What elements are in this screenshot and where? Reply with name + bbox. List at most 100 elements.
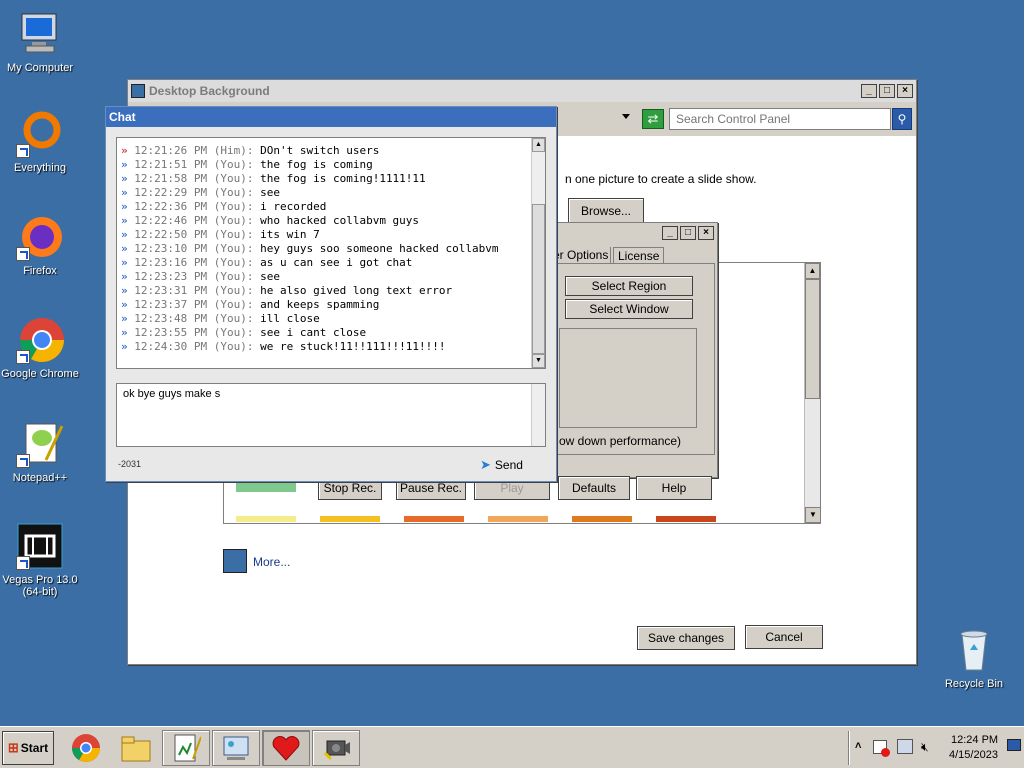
- chat-message: » 12:23:23 PM (You): see: [121, 270, 541, 284]
- message-arrow-icon: »: [121, 228, 135, 241]
- dropdown-chevron-icon[interactable]: [622, 114, 630, 119]
- save-changes-button[interactable]: Save changes: [637, 626, 735, 650]
- message-arrow-icon: »: [121, 214, 135, 227]
- scroll-down-button[interactable]: ▼: [805, 507, 821, 523]
- network-icon[interactable]: [897, 739, 913, 754]
- desktop-icon-my-computer[interactable]: My Computer: [0, 10, 80, 74]
- message-sender: (You):: [213, 158, 254, 171]
- color-swatch[interactable]: [236, 516, 296, 522]
- refresh-button[interactable]: ⇄: [642, 109, 664, 129]
- search-input[interactable]: [669, 108, 891, 130]
- desktop-icon-notepadpp[interactable]: Notepad++: [0, 420, 80, 484]
- cancel-button[interactable]: Cancel: [745, 625, 823, 649]
- message-timestamp: 12:22:46 PM: [134, 214, 208, 227]
- tab-options[interactable]: er Options: [551, 247, 612, 263]
- message-timestamp: 12:23:37 PM: [134, 298, 208, 311]
- action-center-icon[interactable]: [873, 740, 890, 757]
- chat-message-input[interactable]: ok bye guys make s: [117, 384, 545, 404]
- message-arrow-icon: »: [121, 158, 135, 171]
- taskbar-recorder[interactable]: [312, 730, 360, 766]
- message-text: the fog is coming: [260, 158, 373, 171]
- chat-message: » 12:21:51 PM (You): the fog is coming: [121, 158, 541, 172]
- shortcut-arrow-icon: [16, 350, 30, 364]
- help-button[interactable]: Help: [636, 476, 712, 500]
- message-timestamp: 12:22:36 PM: [134, 200, 208, 213]
- chat-titlebar[interactable]: Chat: [106, 107, 556, 127]
- show-desktop-icon[interactable]: [1007, 739, 1021, 751]
- clock-time[interactable]: 12:24 PM: [951, 734, 998, 746]
- taskbar-explorer[interactable]: [112, 730, 160, 766]
- message-timestamp: 12:24:30 PM: [134, 340, 208, 353]
- maximize-button[interactable]: □: [879, 84, 895, 98]
- color-swatch[interactable]: [320, 516, 380, 522]
- desktop-icon-recycle-bin[interactable]: Recycle Bin: [934, 626, 1014, 690]
- scroll-down-button[interactable]: ▼: [532, 354, 545, 368]
- scroll-thumb[interactable]: [805, 279, 820, 399]
- color-swatch[interactable]: [404, 516, 464, 522]
- send-arrow-icon: ➤: [480, 457, 491, 472]
- chat-input-scrollbar[interactable]: [531, 384, 545, 446]
- desktop-icon-everything[interactable]: Everything: [0, 110, 80, 174]
- message-sender: (You):: [213, 228, 254, 241]
- taskbar-control-panel[interactable]: [212, 730, 260, 766]
- scroll-up-button[interactable]: ▲: [532, 138, 545, 152]
- close-button[interactable]: ×: [897, 84, 913, 98]
- instruction-text: n one picture to create a slide show.: [565, 172, 757, 186]
- folder-icon: [121, 736, 151, 762]
- browse-button[interactable]: Browse...: [568, 198, 644, 224]
- color-swatch[interactable]: [488, 516, 548, 522]
- volume-muted-icon[interactable]: 🔇︎: [921, 740, 935, 754]
- close-button[interactable]: ×: [698, 226, 714, 240]
- tab-license[interactable]: License: [613, 247, 665, 264]
- control-panel-titlebar[interactable]: Desktop Background _ □ ×: [128, 80, 916, 102]
- desktop-icon-firefox[interactable]: Firefox: [0, 213, 80, 277]
- message-arrow-icon: »: [121, 200, 135, 213]
- picture-list-scrollbar[interactable]: ▲ ▼: [804, 263, 821, 523]
- taskbar-notepadpp[interactable]: [162, 730, 210, 766]
- search-icon[interactable]: ⚲: [892, 108, 912, 130]
- select-window-button[interactable]: Select Window: [565, 299, 693, 319]
- more-colors-link[interactable]: More...: [253, 555, 290, 569]
- scroll-up-button[interactable]: ▲: [805, 263, 820, 279]
- message-timestamp: 12:22:29 PM: [134, 186, 208, 199]
- taskbar-chrome[interactable]: [62, 730, 110, 766]
- chat-message: » 12:23:37 PM (You): and keeps spamming: [121, 298, 541, 312]
- chat-message: » 12:22:29 PM (You): see: [121, 186, 541, 200]
- send-label: Send: [494, 458, 523, 472]
- color-swatch[interactable]: [572, 516, 632, 522]
- color-swatch[interactable]: [656, 516, 716, 522]
- chat-message: » 12:22:46 PM (You): who hacked collabvm…: [121, 214, 541, 228]
- message-arrow-icon: »: [121, 312, 135, 325]
- select-region-button[interactable]: Select Region: [565, 276, 693, 296]
- message-sender: (Him):: [213, 144, 254, 157]
- send-button[interactable]: ➤ Send: [480, 457, 523, 473]
- message-text: ill close: [260, 312, 320, 325]
- desktop-icon-vegas[interactable]: Vegas Pro 13.0 (64-bit): [0, 522, 80, 598]
- clock-date[interactable]: 4/15/2023: [949, 749, 998, 761]
- message-sender: (You):: [213, 214, 254, 227]
- message-timestamp: 12:21:58 PM: [134, 172, 208, 185]
- show-hidden-icons-button[interactable]: ˄: [855, 740, 861, 752]
- recorder-window: _ □ × er Options License Select Region S…: [540, 222, 718, 478]
- message-arrow-icon: »: [121, 298, 135, 311]
- chat-log: » 12:21:26 PM (Him): DOn't switch users»…: [117, 144, 545, 354]
- everything-icon: [16, 110, 64, 158]
- recorder-titlebar[interactable]: _ □ ×: [541, 223, 717, 243]
- start-button[interactable]: ⊞ Start: [2, 731, 54, 765]
- color-swatch[interactable]: [236, 482, 296, 492]
- minimize-button[interactable]: _: [662, 226, 678, 240]
- message-timestamp: 12:23:23 PM: [134, 270, 208, 283]
- taskbar-heart-app[interactable]: [262, 730, 310, 766]
- maximize-button[interactable]: □: [680, 226, 696, 240]
- defaults-button[interactable]: Defaults: [558, 476, 630, 500]
- message-arrow-icon: »: [121, 186, 135, 199]
- chat-log-scrollbar[interactable]: ▲ ▼: [531, 138, 545, 368]
- scroll-thumb[interactable]: [532, 204, 545, 354]
- message-timestamp: 12:23:31 PM: [134, 284, 208, 297]
- message-arrow-icon: »: [121, 172, 135, 185]
- accent-color-swatch[interactable]: [223, 549, 247, 573]
- desktop-icon-chrome[interactable]: Google Chrome: [0, 316, 80, 380]
- minimize-button[interactable]: _: [861, 84, 877, 98]
- desktop-icon-label: Everything: [14, 162, 66, 174]
- message-sender: (You):: [213, 172, 254, 185]
